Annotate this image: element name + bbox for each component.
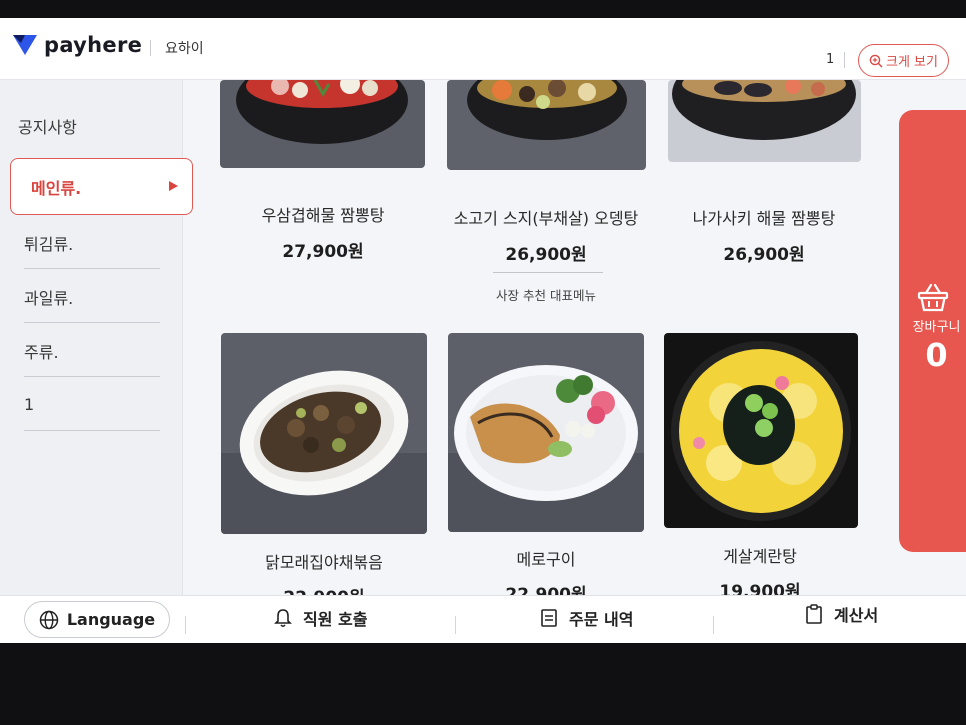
food-photo-oden-icon (447, 80, 646, 170)
bill-button[interactable]: 계산서 (804, 602, 878, 626)
bottom-bar: Language 직원 호출 주문 내역 계산서 (0, 595, 966, 643)
sidebar-item-drinks[interactable]: 주류. (24, 325, 160, 377)
food-photo (668, 80, 861, 162)
sidebar-item-fried[interactable]: 튀김류. (24, 217, 160, 269)
category-sidebar: 공지사항 메인류. 튀김류. 과일류. 주류. 1 (0, 80, 193, 595)
food-name: 메로구이 (516, 550, 576, 569)
food-name: 나가사키 해물 짬뽕탕 (692, 209, 836, 228)
bill-label: 계산서 (834, 606, 879, 625)
recommend-divider (493, 272, 603, 273)
cart-label: 장바구니 (912, 320, 961, 335)
language-button[interactable]: Language (24, 601, 170, 638)
food-name: 우삼겹해물 짬뽕탕 (261, 206, 385, 225)
food-photo-nagasaki-icon (668, 80, 861, 162)
zoom-button[interactable]: 크게 보기 (858, 44, 949, 77)
sidebar-item-label: 튀김류. (24, 234, 74, 254)
sidebar-item-main[interactable]: 메인류. (10, 158, 193, 215)
basket-icon (917, 283, 949, 312)
food-price: 26,900원 (723, 245, 805, 265)
food-price: 22,900원 (204, 583, 444, 595)
order-history-label: 주문 내역 (569, 610, 634, 629)
food-photo-crab-egg-soup-icon (664, 333, 858, 528)
sidebar-item-label: 과일류. (24, 288, 74, 308)
sidebar-item-fruit[interactable]: 과일류. (24, 271, 160, 323)
food-photo (447, 80, 646, 170)
header: payhere 요하이 1 크게 보기 (0, 18, 966, 80)
document-icon (541, 609, 557, 627)
food-photo (221, 333, 427, 534)
order-history-button[interactable]: 주문 내역 (539, 606, 633, 630)
food-price: 19,900원 (719, 582, 801, 595)
brand-name: payhere (44, 33, 143, 57)
kiosk-screen: payhere 요하이 1 크게 보기 공지사항 메인류. 튀김류. 과일류. … (0, 18, 966, 643)
sidebar-item-label: 공지사항 (18, 118, 77, 137)
bell-icon (274, 609, 292, 627)
food-photo-gizzard-icon (221, 333, 427, 534)
sidebar-item-notice[interactable]: 공지사항 (18, 100, 154, 152)
table-number: 1 (826, 52, 835, 67)
language-label: Language (66, 610, 156, 629)
food-photo (448, 333, 644, 532)
play-arrow-icon (169, 181, 178, 191)
food-photo-jjamppong-icon (220, 80, 425, 168)
food-photo (664, 333, 858, 528)
food-name: 게살계란탕 (723, 547, 797, 566)
call-staff-label: 직원 호출 (303, 610, 368, 629)
sidebar-item-label: 1 (24, 395, 35, 414)
sidebar-item-1[interactable]: 1 (24, 379, 160, 431)
recommend-badge: 사장 추천 대표메뉴 (496, 288, 596, 303)
food-photo-mero-icon (448, 333, 644, 532)
logo: payhere (12, 32, 142, 58)
food-name: 소고기 스지(부채살) 오뎅탕 (453, 209, 639, 228)
header-divider (150, 40, 151, 56)
bottom-divider (713, 616, 714, 634)
clipboard-icon (806, 604, 822, 624)
store-name: 요하이 (165, 41, 204, 57)
cart-button[interactable]: 장바구니 0 (899, 110, 966, 552)
sidebar-item-label: 메인류. (31, 178, 82, 198)
payhere-logo-icon (13, 35, 37, 55)
food-photo (220, 80, 425, 168)
zoom-label: 크게 보기 (886, 55, 938, 70)
food-price: 27,900원 (282, 242, 364, 262)
menu-grid: 우삼겹해물 짬뽕탕 27,900원 소고기 스지(부채살) 오뎅탕 26,900… (184, 80, 899, 595)
globe-icon (39, 610, 59, 629)
bottom-divider (185, 616, 186, 634)
cart-count: 0 (925, 336, 948, 374)
sidebar-item-label: 주류. (24, 342, 59, 362)
header-divider-right (844, 52, 845, 68)
food-price: 22,900원 (505, 585, 587, 595)
bottom-divider (455, 616, 456, 634)
zoom-in-icon (869, 54, 883, 68)
call-staff-button[interactable]: 직원 호출 (273, 606, 367, 630)
food-price: 26,900원 (505, 245, 587, 265)
food-name: 닭모래집야채볶음 (265, 553, 383, 572)
